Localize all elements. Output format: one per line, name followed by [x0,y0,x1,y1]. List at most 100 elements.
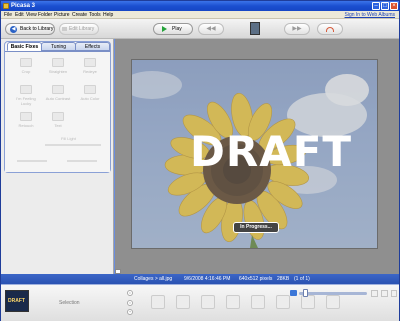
retouch-button[interactable]: Retouch [11,112,41,128]
play-icon [162,26,167,32]
lucky-icon [20,85,32,94]
histogram-button[interactable] [317,23,343,35]
color-icon [84,85,96,94]
contrast-icon [52,85,64,94]
text-icon [52,112,64,121]
status-index: (1 of 1) [294,276,310,282]
menu-view[interactable]: View [26,12,37,18]
status-bar: Collages > all.jpg 9/6/2008 4:16:46 PM 6… [1,274,399,284]
photo-tray: DRAFT Selection • ○ + [1,284,399,321]
status-date: 9/6/2008 4:16:46 PM [184,276,231,282]
menu-file[interactable]: File [4,12,12,18]
back-arrow-icon: ◀ [10,26,17,33]
basic-fixes-body: Crop Straighten Redeye I'm Feeling Lucky… [5,51,110,172]
in-progress-badge: In Progress... [233,222,279,233]
sign-in-web-albums-link[interactable]: Sign In to Web Albums [345,12,396,18]
tray-thumbnail[interactable]: DRAFT [5,290,29,312]
photo-sunflower[interactable]: DRAFT In Progress... [132,60,377,248]
feeling-lucky-button[interactable]: I'm Feeling Lucky [11,85,41,106]
picasa-app-icon [3,3,9,9]
current-photo-thumbnail[interactable] [250,22,260,35]
library-icon [62,27,67,31]
gauge-icon [326,27,334,32]
next-icon: ▶▶ [292,26,302,32]
fill-light-label: Fill Light [61,136,76,141]
add-to-tray-button[interactable]: + [127,309,133,315]
redeye-icon [84,58,96,67]
email-button[interactable] [176,295,190,309]
redeye-button[interactable]: Redeye [75,58,105,74]
tab-basic-fixes[interactable]: Basic Fixes [7,42,42,51]
fill-light-slider[interactable] [45,144,101,146]
status-dimensions: 640x512 pixels [239,276,273,282]
photo-frame: DRAFT In Progress... [132,60,377,248]
zoom-fit-button[interactable] [371,290,378,297]
hold-button[interactable]: • [127,290,133,296]
tab-tuning[interactable]: Tuning [41,42,76,51]
auto-contrast-button[interactable]: Auto Contrast [43,85,73,101]
previous-button[interactable]: ◀◀ [198,23,224,35]
text-button[interactable]: Text [43,112,73,128]
menu-help[interactable]: Help [103,12,113,18]
retouch-label: Retouch [18,123,34,128]
back-to-library-label: Back to Library [20,26,54,32]
menu-bar: File Edit View Folder Picture Create Too… [1,11,399,19]
fullscreen-button[interactable] [391,290,397,297]
auto-color-label: Auto Color [80,96,100,101]
edit-library-label: Edit Library [69,26,95,32]
undo-button[interactable] [17,160,47,162]
print-button[interactable] [201,295,215,309]
zoom-actual-button[interactable] [381,290,388,297]
shop-button[interactable] [251,295,265,309]
straighten-icon [52,58,64,67]
retouch-icon [20,112,32,121]
edit-panel: Basic Fixes Tuning Effects Crop Straight… [1,39,114,274]
menu-create[interactable]: Create [72,12,87,18]
auto-contrast-label: Auto Contrast [45,96,71,101]
tab-effects[interactable]: Effects [75,42,110,51]
window-title: Picasa 3 [11,3,36,9]
edit-tabs: Basic Fixes Tuning Effects Crop Straight… [4,41,111,173]
menu-folder[interactable]: Folder [38,12,52,18]
tray-thumb-label: DRAFT [8,298,25,304]
close-button[interactable]: × [390,2,398,10]
zoom-icon [290,290,297,296]
zoom-slider-handle[interactable] [303,289,308,297]
picasa-window: Picasa 3 – □ × File Edit View Folder Pic… [0,0,400,321]
redeye-label: Redeye [83,69,97,74]
status-size: 28KB [277,276,290,282]
straighten-button[interactable]: Straighten [43,58,73,74]
collage-button[interactable] [301,295,315,309]
draft-watermark: DRAFT [190,127,353,176]
text-label: Text [54,123,62,128]
crop-label: Crop [21,69,31,74]
maximize-button[interactable]: □ [381,2,389,10]
play-button[interactable]: Play [153,23,193,35]
photo-canvas: DRAFT In Progress... [115,39,399,274]
zoom-slider[interactable] [299,289,367,297]
clear-button[interactable]: ○ [127,300,133,306]
feeling-lucky-label: I'm Feeling Lucky [16,96,36,106]
minimize-button[interactable]: – [372,2,380,10]
toolbar: ◀ Back to Library Edit Library Play ◀◀ ▶… [1,19,399,39]
title-bar: Picasa 3 – □ × [1,1,399,11]
next-button[interactable]: ▶▶ [284,23,310,35]
export-button[interactable] [226,295,240,309]
back-to-library-button[interactable]: ◀ Back to Library [5,23,55,35]
crop-icon [20,58,32,67]
redo-button[interactable] [67,160,97,162]
upload-button[interactable] [151,295,165,309]
status-file: Collages > all.jpg [134,276,173,282]
menu-edit[interactable]: Edit [15,12,24,18]
menu-tools[interactable]: Tools [89,12,101,18]
crop-button[interactable]: Crop [11,58,41,74]
previous-icon: ◀◀ [206,26,216,32]
straighten-label: Straighten [48,69,68,74]
tray-selection-label: Selection [59,300,80,306]
movie-button[interactable] [326,295,340,309]
menu-picture[interactable]: Picture [54,12,70,18]
blogthis-button[interactable] [276,295,290,309]
edit-library-button[interactable]: Edit Library [59,23,99,35]
play-label: Play [172,26,182,32]
auto-color-button[interactable]: Auto Color [75,85,105,101]
